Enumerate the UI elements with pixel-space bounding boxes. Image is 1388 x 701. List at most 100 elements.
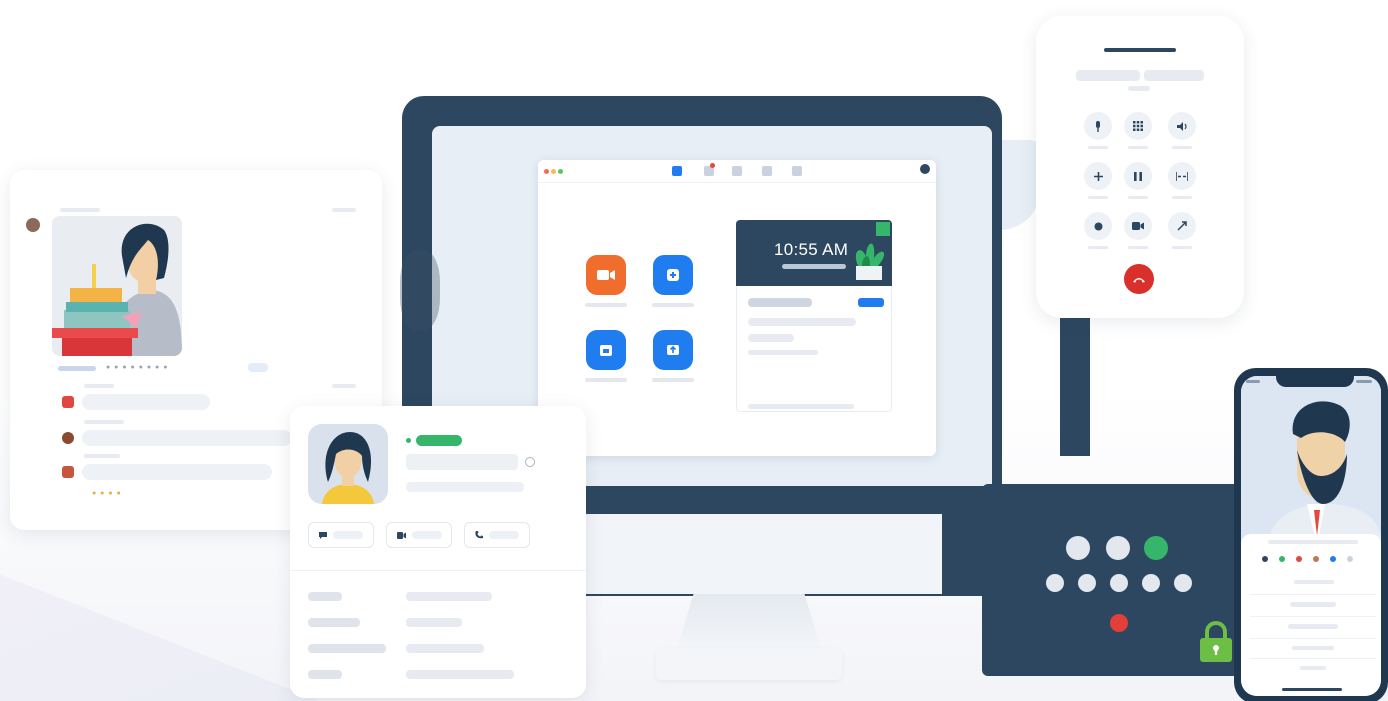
- detail-value-bar: [406, 670, 514, 679]
- menu-item-bar[interactable]: [1300, 666, 1326, 670]
- contacts-tab-icon[interactable]: [792, 166, 802, 176]
- mobile-status-bar: [1356, 380, 1372, 383]
- participant-dot: [1106, 536, 1130, 560]
- control-dot[interactable]: [1262, 556, 1268, 562]
- status-badge: [416, 435, 462, 446]
- end-call-button[interactable]: [1124, 264, 1154, 294]
- video-camera-icon: [597, 270, 615, 280]
- avatar[interactable]: [26, 218, 40, 232]
- detail-label-bar: [308, 670, 342, 679]
- menu-item-bar[interactable]: [1290, 602, 1336, 607]
- sender-name-bar: [60, 208, 100, 212]
- control-dot[interactable]: [1313, 556, 1319, 562]
- home-indicator: [1282, 688, 1342, 691]
- menu-divider: [1250, 658, 1376, 659]
- control-dot[interactable]: [1347, 556, 1353, 562]
- video-call-button[interactable]: [386, 522, 452, 548]
- chat-bubble-icon: [319, 531, 327, 539]
- share-screen-button[interactable]: [653, 330, 693, 370]
- message-time-bar: [332, 208, 356, 212]
- maximize-dot[interactable]: [558, 169, 563, 174]
- plus-icon: [667, 269, 679, 281]
- clock-time: 10:55 AM: [774, 240, 849, 259]
- caller-name-bar: [1076, 70, 1140, 81]
- keypad-dot[interactable]: [1142, 574, 1160, 592]
- phone-icon: [475, 531, 483, 539]
- control-dot[interactable]: [1279, 556, 1285, 562]
- person-icon: [62, 466, 74, 478]
- message-bubble: [82, 430, 292, 446]
- call-duration-bar: [1128, 86, 1150, 91]
- record-icon: [1094, 222, 1102, 230]
- lock-icon: [1200, 621, 1232, 662]
- detail-value-bar: [406, 618, 462, 627]
- button-label-bar: [489, 531, 519, 539]
- menu-item-bar[interactable]: [1292, 646, 1334, 650]
- detail-label-bar: [308, 618, 360, 627]
- detail-value-bar: [406, 644, 484, 653]
- plus-icon: [1093, 171, 1103, 181]
- keypad-dot[interactable]: [1078, 574, 1096, 592]
- mobile-notch: [1276, 373, 1354, 387]
- reactions-bar[interactable]: [58, 366, 96, 371]
- control-dot[interactable]: [1330, 556, 1336, 562]
- video-button[interactable]: [1124, 212, 1152, 240]
- keypad-dot[interactable]: [1046, 574, 1064, 592]
- meeting-info-bar: [748, 350, 818, 355]
- monitor-stand: [676, 594, 822, 652]
- phone-call-button[interactable]: [464, 522, 530, 548]
- merge-icon: [1176, 171, 1188, 181]
- leave-dot[interactable]: [1110, 614, 1128, 632]
- dial-button-label: [1088, 146, 1108, 149]
- emoji-reactions[interactable]: ● ● ● ●: [92, 490, 122, 497]
- transfer-button[interactable]: [1168, 212, 1196, 240]
- home-tab-icon[interactable]: [672, 166, 682, 176]
- chat-button[interactable]: [308, 522, 374, 548]
- football-icon: [62, 432, 74, 444]
- calendar-icon: [62, 396, 74, 408]
- detail-value-bar: [406, 592, 492, 601]
- hold-button[interactable]: [1124, 162, 1152, 190]
- new-meeting-label: [585, 303, 627, 307]
- dial-button-label: [1128, 196, 1148, 199]
- menu-item-bar[interactable]: [1294, 580, 1334, 584]
- schedule-button[interactable]: [586, 330, 626, 370]
- hang-up-icon: [1133, 277, 1145, 282]
- control-dot[interactable]: [1296, 556, 1302, 562]
- monitor-base: [656, 648, 842, 680]
- menu-item-bar[interactable]: [1288, 624, 1338, 629]
- contact-name-bar: [406, 454, 518, 470]
- record-button[interactable]: [1084, 212, 1112, 240]
- merge-button[interactable]: [1168, 162, 1196, 190]
- avatar[interactable]: [920, 164, 930, 174]
- keypad-dot[interactable]: [1174, 574, 1192, 592]
- dial-button-label: [1128, 146, 1148, 149]
- audio-button[interactable]: [1168, 112, 1196, 140]
- dial-button-label: [1172, 196, 1192, 199]
- phone-tab-icon[interactable]: [732, 166, 742, 176]
- plant-icon: [855, 222, 890, 280]
- dial-button-label: [1088, 196, 1108, 199]
- transfer-icon: [1177, 221, 1187, 231]
- keypad-button[interactable]: [1124, 112, 1152, 140]
- mute-button[interactable]: [1084, 112, 1112, 140]
- room-display-stand: [1060, 318, 1090, 456]
- new-meeting-button[interactable]: [586, 255, 626, 295]
- start-button[interactable]: [858, 298, 884, 307]
- keypad-dot[interactable]: [1110, 574, 1128, 592]
- favorite-icon[interactable]: [525, 457, 535, 467]
- button-label-bar: [412, 531, 442, 539]
- video-camera-icon: [1132, 222, 1144, 230]
- add-call-button[interactable]: [1084, 162, 1112, 190]
- microphone-icon: [1096, 120, 1100, 132]
- close-dot[interactable]: [544, 169, 549, 174]
- panel-footer-bar: [748, 404, 854, 409]
- minimize-dot[interactable]: [551, 169, 556, 174]
- reaction-count-badge[interactable]: [248, 363, 268, 372]
- message-time-bar: [332, 384, 356, 388]
- emoji-reactions[interactable]: ● ● ● ● ● ● ● ●: [106, 364, 168, 371]
- detail-label-bar: [308, 644, 386, 653]
- menu-divider: [1250, 638, 1376, 639]
- join-button[interactable]: [653, 255, 693, 295]
- meetings-tab-icon[interactable]: [762, 166, 772, 176]
